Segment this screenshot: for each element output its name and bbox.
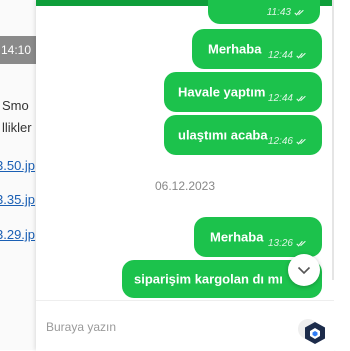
message-bubble: 11:43: [208, 0, 320, 24]
message-meta: 12:46: [268, 136, 308, 147]
double-check-icon: [296, 240, 306, 247]
message-text: Merhaba: [208, 41, 262, 57]
message-time: 12:44: [267, 50, 293, 61]
message-meta: 11:43: [267, 7, 306, 18]
message-input-bar: [36, 300, 334, 351]
message-bubble: Merhaba 13:26: [194, 217, 322, 257]
double-check-icon: [296, 138, 306, 145]
message-text: ulaştımı acaba: [178, 127, 268, 143]
background-file-link[interactable]: 3.35.jp: [0, 192, 35, 207]
message-bubble: ulaştımı acaba 12:46: [164, 115, 322, 155]
message-text: Havale yaptım: [178, 84, 266, 100]
message-text: Merhaba: [210, 229, 264, 245]
message-meta: 12:44: [268, 50, 308, 61]
chevron-down-icon: [297, 266, 311, 274]
chat-panel: 11:43 Merhaba 12:44 Havale yaptım 12:44 …: [36, 0, 334, 351]
message-time: 12:44: [267, 93, 293, 104]
message-time: 13:26: [267, 238, 293, 249]
message-bubble: Merhaba 12:44: [192, 29, 322, 69]
background-page: 14:10 Smo llikler 3.50.jp 3.35.jp 3.29.j…: [0, 0, 36, 350]
double-check-icon: [296, 95, 306, 102]
background-text-line: Smo: [2, 98, 29, 113]
background-file-link[interactable]: 3.29.jp: [0, 227, 35, 242]
background-file-link[interactable]: 3.50.jp: [0, 158, 35, 173]
double-check-icon: [296, 52, 306, 59]
message-meta: 12:44: [268, 93, 308, 104]
chat-logo-icon[interactable]: [304, 321, 326, 345]
page-edge: [334, 0, 350, 350]
background-text-line: llikler: [2, 120, 32, 135]
message-time: 12:46: [267, 136, 293, 147]
scroll-down-button[interactable]: [288, 254, 320, 286]
double-check-icon: [294, 9, 304, 16]
message-time: 11:43: [266, 7, 291, 18]
message-bubble: Havale yaptım 12:44: [164, 72, 322, 112]
message-input[interactable]: [44, 315, 278, 339]
message-text: siparişim kargolan dı mı: [134, 271, 283, 287]
background-time: 14:10: [0, 36, 36, 64]
date-separator: 06.12.2023: [154, 179, 216, 193]
message-meta: 13:26: [268, 238, 308, 249]
